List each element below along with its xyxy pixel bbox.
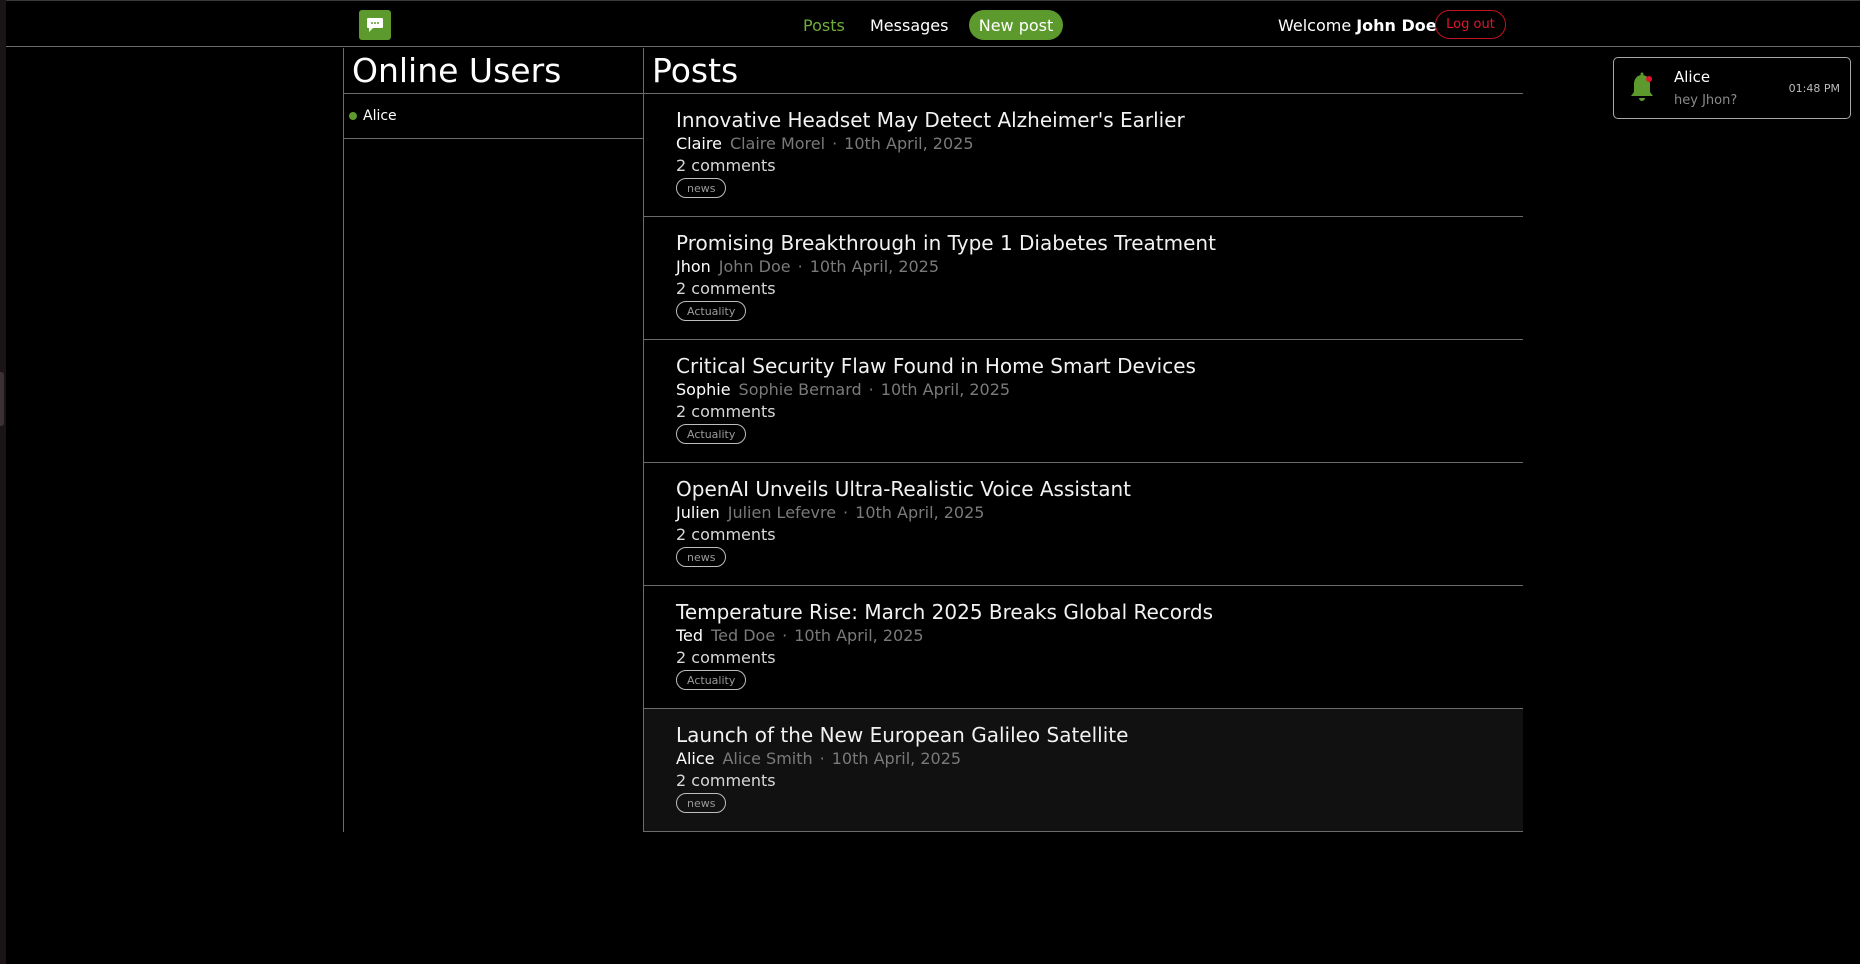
post-author-fullname: Claire Morel	[729, 134, 826, 153]
post-username[interactable]: Julien	[676, 503, 720, 522]
posts-title: Posts	[643, 48, 1523, 94]
post-username[interactable]: Claire	[676, 134, 722, 153]
post-meta: Claire Claire Morel · 10th April, 2025	[676, 134, 974, 153]
nav-messages-link[interactable]: Messages	[870, 11, 948, 39]
message-notification[interactable]: Alice hey Jhon? 01:48 PM	[1613, 57, 1851, 119]
post-meta: Alice Alice Smith · 10th April, 2025	[676, 749, 961, 768]
online-users-panel: Online Users Alice	[343, 48, 644, 832]
post-tag[interactable]: news	[676, 547, 727, 567]
post-comments-count[interactable]: 2 comments	[676, 402, 776, 421]
post-title[interactable]: Promising Breakthrough in Type 1 Diabete…	[676, 231, 1216, 255]
post-meta-separator: ·	[819, 749, 825, 768]
post-title[interactable]: Innovative Headset May Detect Alzheimer'…	[676, 108, 1185, 132]
post-card[interactable]: Innovative Headset May Detect Alzheimer'…	[643, 94, 1523, 217]
post-card[interactable]: Temperature Rise: March 2025 Breaks Glob…	[643, 586, 1523, 709]
post-meta-separator: ·	[832, 134, 838, 153]
post-tag[interactable]: news	[676, 793, 727, 813]
post-date: 10th April, 2025	[831, 749, 962, 768]
post-date: 10th April, 2025	[855, 503, 985, 522]
post-date: 10th April, 2025	[880, 380, 1011, 399]
post-comments-count[interactable]: 2 comments	[676, 525, 776, 544]
post-title[interactable]: Launch of the New European Galileo Satel…	[676, 723, 1128, 747]
post-tag[interactable]: news	[676, 178, 727, 198]
post-username[interactable]: Ted	[676, 626, 703, 645]
resize-handle[interactable]	[0, 372, 4, 426]
post-tag[interactable]: Actuality	[676, 424, 747, 444]
logout-button[interactable]: Log out	[1435, 10, 1506, 39]
online-user-name: Alice	[363, 108, 397, 124]
chat-bubble-icon-glyph	[367, 18, 383, 32]
post-meta-separator: ·	[797, 257, 803, 276]
post-date: 10th April, 2025	[844, 134, 974, 153]
nav-posts-link[interactable]: Posts	[803, 11, 845, 39]
welcome-label: Welcome	[1278, 15, 1352, 35]
posts-panel: Posts Innovative Headset May Detect Alzh…	[643, 48, 1523, 832]
post-comments-count[interactable]: 2 comments	[676, 771, 776, 790]
window-edge	[0, 0, 6, 964]
post-comments-count[interactable]: 2 comments	[676, 279, 776, 298]
post-card[interactable]: Critical Security Flaw Found in Home Sma…	[643, 340, 1523, 463]
post-meta-separator: ·	[782, 626, 788, 645]
post-date: 10th April, 2025	[809, 257, 940, 276]
post-title[interactable]: OpenAI Unveils Ultra-Realistic Voice Ass…	[676, 477, 1131, 501]
post-username[interactable]: Alice	[676, 749, 714, 768]
post-username[interactable]: Sophie	[676, 380, 731, 399]
post-card[interactable]: OpenAI Unveils Ultra-Realistic Voice Ass…	[643, 463, 1523, 586]
welcome-message: Welcome John Doe	[1278, 11, 1437, 39]
post-tag[interactable]: Actuality	[676, 670, 747, 690]
notification-time: 01:48 PM	[1788, 82, 1840, 95]
post-title[interactable]: Temperature Rise: March 2025 Breaks Glob…	[676, 600, 1213, 624]
post-card[interactable]: Promising Breakthrough in Type 1 Diabete…	[643, 217, 1523, 340]
post-author-fullname: John Doe	[718, 257, 791, 276]
chat-bubble-icon[interactable]	[359, 10, 391, 40]
post-meta: Ted Ted Doe · 10th April, 2025	[676, 626, 924, 645]
notification-message: hey Jhon?	[1674, 93, 1738, 108]
post-meta-separator: ·	[868, 380, 874, 399]
post-card[interactable]: Launch of the New European Galileo Satel…	[643, 709, 1523, 832]
current-user-name: John Doe	[1356, 15, 1437, 35]
post-date: 10th April, 2025	[794, 626, 924, 645]
post-comments-count[interactable]: 2 comments	[676, 156, 776, 175]
new-post-button[interactable]: New post	[969, 10, 1063, 40]
post-meta: Sophie Sophie Bernard · 10th April, 2025	[676, 380, 1010, 399]
online-users-title: Online Users	[344, 48, 643, 94]
post-author-fullname: Julien Lefevre	[727, 503, 837, 522]
post-meta: Julien Julien Lefevre · 10th April, 2025	[676, 503, 984, 522]
post-author-fullname: Ted Doe	[711, 626, 776, 645]
notification-sender: Alice	[1674, 68, 1711, 86]
post-username[interactable]: Jhon	[676, 257, 711, 276]
post-meta-separator: ·	[843, 503, 849, 522]
bell-icon	[1631, 72, 1653, 101]
online-status-dot	[349, 112, 357, 120]
post-author-fullname: Sophie Bernard	[738, 380, 862, 399]
post-comments-count[interactable]: 2 comments	[676, 648, 776, 667]
post-tag[interactable]: Actuality	[676, 301, 747, 321]
post-meta: Jhon John Doe · 10th April, 2025	[676, 257, 939, 276]
post-title[interactable]: Critical Security Flaw Found in Home Sma…	[676, 354, 1196, 378]
post-author-fullname: Alice Smith	[722, 749, 813, 768]
online-user-item[interactable]: Alice	[344, 94, 643, 139]
